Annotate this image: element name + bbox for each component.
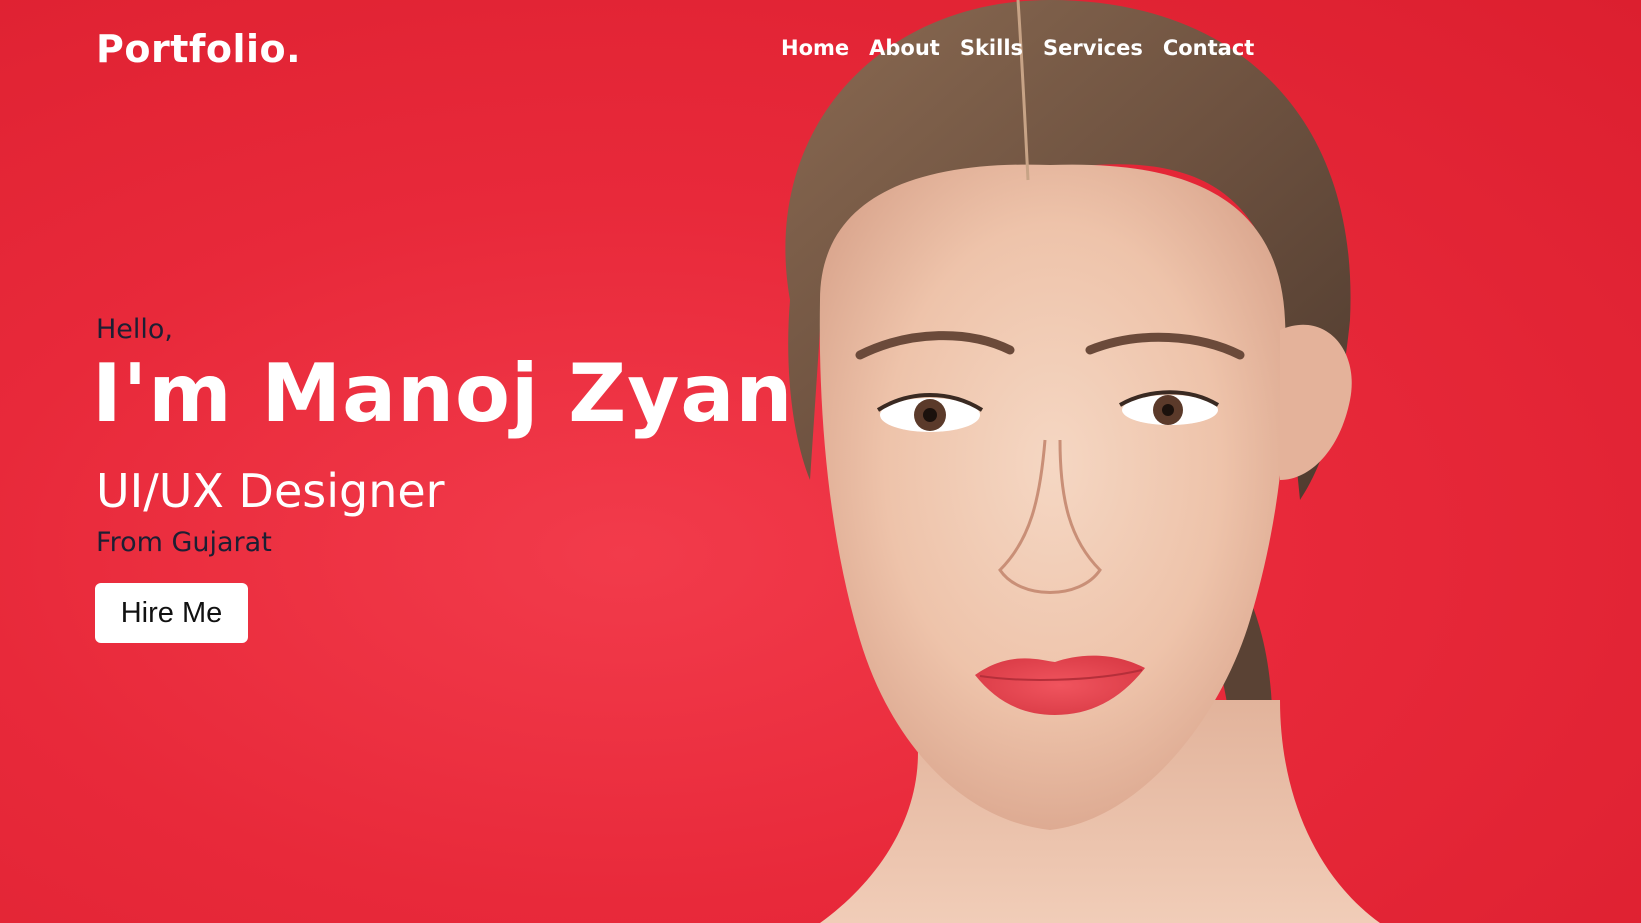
portrait-photo (785, 0, 1380, 923)
hero-greeting: Hello, (96, 314, 174, 345)
logo[interactable]: Portfolio. (96, 27, 301, 71)
hero-section: Portfolio. Home About Skills Services Co… (0, 0, 1641, 923)
main-nav: Home About Skills Services Contact (781, 36, 1254, 60)
hire-me-button[interactable]: Hire Me (95, 583, 248, 643)
nav-services-link[interactable]: Services (1043, 36, 1143, 60)
nav-skills-link[interactable]: Skills (960, 36, 1023, 60)
hero-role: UI/UX Designer (96, 464, 445, 518)
hero-name: I'm Manoj Zyan (92, 347, 794, 440)
nav-home-link[interactable]: Home (781, 36, 849, 60)
nav-contact-link[interactable]: Contact (1163, 36, 1255, 60)
hero-origin: From Gujarat (96, 527, 272, 558)
nav-about-link[interactable]: About (869, 36, 940, 60)
